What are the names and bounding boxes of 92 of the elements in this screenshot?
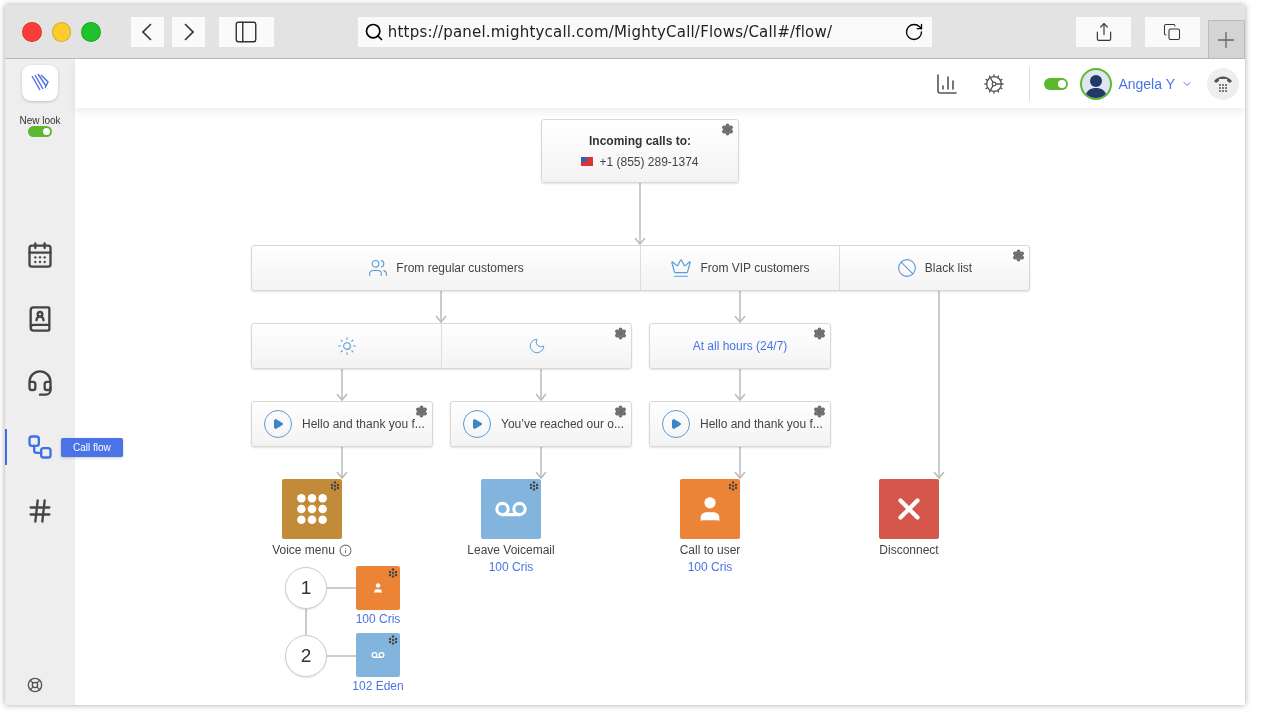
greeting-node[interactable]: Hello and thank you f... bbox=[251, 401, 433, 447]
bar-chart-icon[interactable] bbox=[935, 71, 960, 96]
connector-arrow bbox=[336, 368, 348, 402]
schedule-label: At all hours (24/7) bbox=[692, 339, 788, 353]
filter-label[interactable]: Black list bbox=[924, 261, 973, 275]
disconnect-action-tile[interactable] bbox=[879, 479, 939, 539]
app-logo[interactable] bbox=[22, 65, 58, 101]
moon-icon bbox=[527, 337, 546, 355]
new-look-toggle[interactable] bbox=[28, 126, 52, 137]
new-look-label: New look bbox=[19, 115, 61, 126]
connector-line bbox=[326, 587, 357, 589]
headset-icon[interactable] bbox=[26, 369, 54, 397]
connector-arrow bbox=[535, 446, 547, 480]
dots-icon[interactable] bbox=[388, 635, 398, 645]
node-title: Incoming calls to: bbox=[589, 133, 691, 148]
filter-label[interactable]: From regular customers bbox=[396, 261, 524, 275]
settings-icon[interactable] bbox=[1012, 249, 1025, 262]
dialpad-phone-icon[interactable] bbox=[1207, 67, 1239, 100]
avatar[interactable] bbox=[1080, 67, 1113, 100]
maximize-window-button[interactable] bbox=[81, 21, 101, 42]
greeting-text: Hello and thank you f... bbox=[302, 417, 425, 431]
tabs-button[interactable] bbox=[1145, 16, 1200, 47]
reload-icon[interactable] bbox=[904, 21, 925, 42]
action-label: Call to user bbox=[679, 543, 741, 557]
incoming-calls-node[interactable]: Incoming calls to: +1 (855) 289-1374 bbox=[541, 119, 739, 183]
greeting-node[interactable]: Hello and thank you f... bbox=[649, 401, 831, 447]
settings-icon[interactable] bbox=[614, 327, 627, 340]
selected-indicator bbox=[5, 429, 7, 465]
target-link[interactable]: 100 Cris bbox=[355, 612, 401, 626]
info-icon[interactable] bbox=[338, 543, 352, 557]
chevron-right-icon bbox=[183, 22, 194, 41]
phone-number: +1 (855) 289-1374 bbox=[599, 154, 699, 169]
target-link[interactable]: 102 Eden bbox=[352, 679, 404, 693]
schedule-node[interactable]: At all hours (24/7) bbox=[649, 323, 831, 369]
sidebar-button[interactable] bbox=[219, 16, 274, 47]
voicemail-action-tile[interactable] bbox=[481, 479, 541, 539]
tooltip: Call flow bbox=[61, 438, 123, 457]
connector-arrow bbox=[435, 290, 447, 324]
new-tab-button[interactable] bbox=[1207, 20, 1245, 58]
menu-key[interactable]: 2 bbox=[285, 635, 327, 677]
dots-icon[interactable] bbox=[529, 481, 539, 491]
chevron-left-icon bbox=[142, 22, 153, 41]
call-flow-icon[interactable] bbox=[26, 433, 54, 461]
dots-icon[interactable] bbox=[388, 568, 398, 578]
connector-arrow bbox=[734, 290, 746, 324]
action-label: Disconnect bbox=[879, 543, 939, 557]
menu-action-tile[interactable] bbox=[282, 479, 342, 539]
people-icon bbox=[368, 258, 389, 278]
connector-arrow bbox=[634, 182, 646, 246]
blocked-icon bbox=[896, 258, 917, 278]
action-label: Leave Voicemail bbox=[467, 543, 555, 557]
dots-icon[interactable] bbox=[728, 481, 738, 491]
greeting-text: You’ve reached our o... bbox=[501, 417, 624, 431]
address-bar[interactable]: https://panel.mightycall.com/MightyCall/Flows/Call#/flow/ bbox=[357, 16, 933, 47]
settings-icon[interactable] bbox=[983, 72, 1006, 95]
search-icon bbox=[363, 21, 384, 42]
tabs-icon bbox=[1163, 22, 1182, 41]
voicemail-action-tile[interactable] bbox=[356, 633, 400, 677]
action-label: Voice menu bbox=[272, 543, 335, 557]
connector-arrow bbox=[336, 446, 348, 480]
connector-arrow bbox=[734, 446, 746, 480]
connector-line bbox=[305, 608, 307, 636]
status-toggle[interactable] bbox=[1044, 77, 1069, 90]
settings-icon[interactable] bbox=[813, 405, 826, 418]
settings-icon[interactable] bbox=[614, 405, 627, 418]
share-button[interactable] bbox=[1076, 16, 1132, 47]
connector-arrow bbox=[535, 368, 547, 402]
close-window-button[interactable] bbox=[22, 21, 42, 42]
settings-icon[interactable] bbox=[813, 327, 826, 340]
keypad-icon bbox=[296, 493, 328, 525]
user-name[interactable]: Angela Y bbox=[1118, 75, 1175, 92]
settings-icon[interactable] bbox=[415, 405, 428, 418]
schedule-node[interactable] bbox=[251, 323, 632, 369]
connector-arrow bbox=[734, 368, 746, 402]
settings-icon[interactable] bbox=[721, 123, 734, 136]
crown-icon bbox=[670, 257, 693, 279]
sun-icon bbox=[336, 336, 357, 356]
back-button[interactable] bbox=[130, 16, 164, 47]
user-action-tile[interactable] bbox=[680, 479, 740, 539]
flag-icon bbox=[581, 157, 594, 166]
help-icon[interactable] bbox=[27, 677, 43, 693]
target-link[interactable]: 100 Cris bbox=[687, 560, 733, 574]
forward-button[interactable] bbox=[171, 16, 206, 47]
menu-key[interactable]: 1 bbox=[285, 567, 327, 609]
user-action-tile[interactable] bbox=[356, 566, 400, 610]
greeting-node[interactable]: You’ve reached our o... bbox=[450, 401, 632, 447]
dots-icon[interactable] bbox=[330, 481, 340, 491]
target-link[interactable]: 100 Cris bbox=[488, 560, 534, 574]
filter-label[interactable]: From VIP customers bbox=[700, 261, 810, 275]
greeting-text: Hello and thank you f... bbox=[700, 417, 823, 431]
person-icon bbox=[372, 582, 384, 594]
connector-line bbox=[326, 655, 357, 657]
